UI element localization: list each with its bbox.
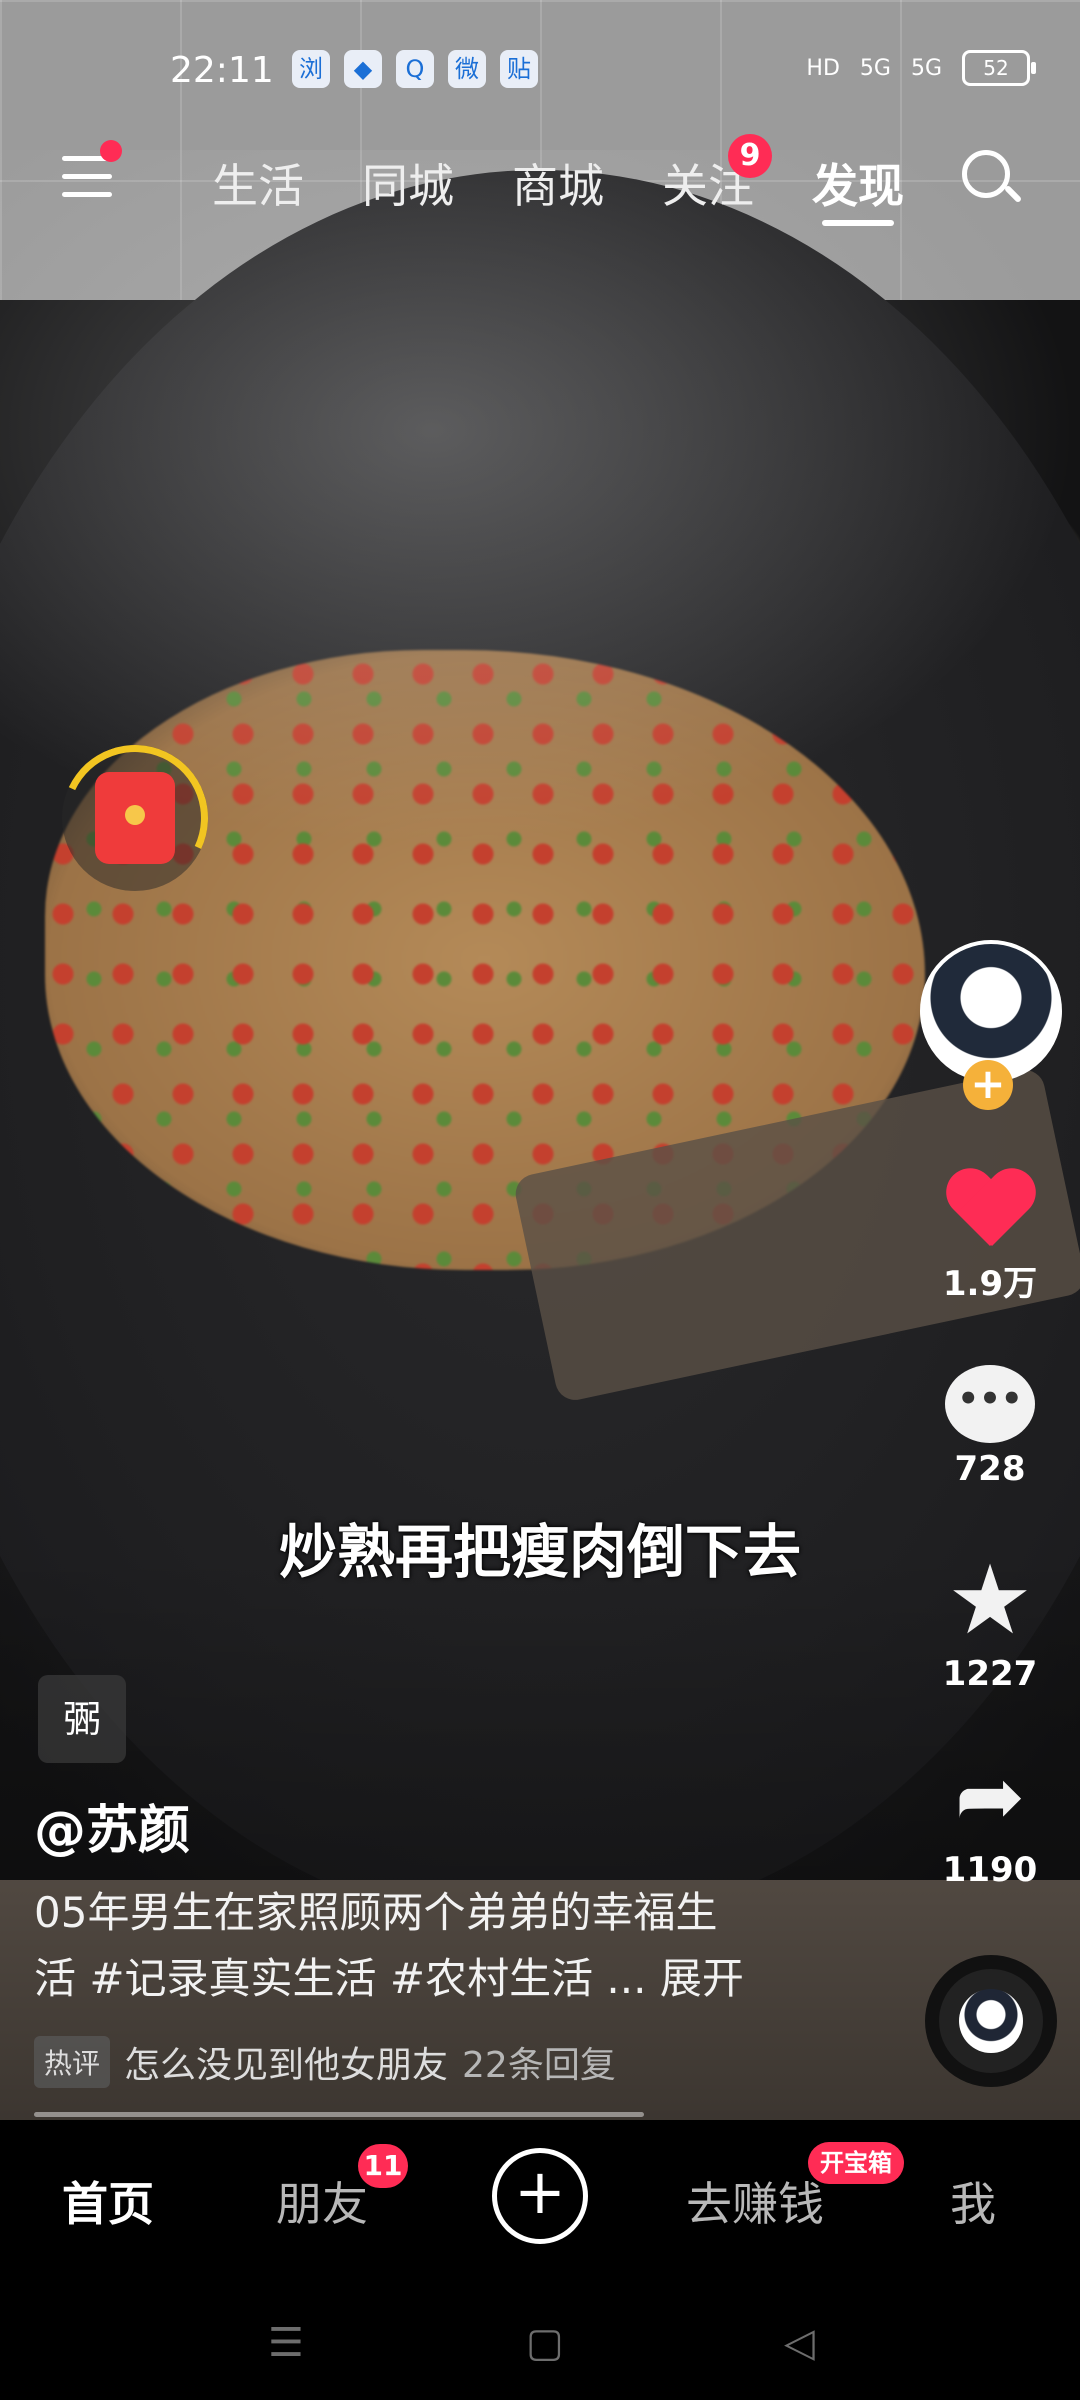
comment-button[interactable]: ••• 728 xyxy=(910,1365,1070,1489)
battery-icon: 52 xyxy=(962,50,1036,86)
author-name[interactable]: @苏颜 xyxy=(34,1788,190,1863)
red-envelope-icon xyxy=(95,772,175,864)
menu-icon[interactable] xyxy=(62,154,112,200)
music-disc[interactable] xyxy=(925,1955,1057,2087)
tieba-icon: 贴 xyxy=(500,50,538,88)
favorite-button[interactable]: ★ 1227 xyxy=(910,1552,1070,1694)
top-navigation: 生活 同城 商城 关注 9 发现 xyxy=(0,134,1080,250)
tab-mall[interactable]: 商城 xyxy=(512,150,604,216)
like-button[interactable]: 1.9万 xyxy=(910,1170,1070,1305)
like-count: 1.9万 xyxy=(942,1264,1038,1304)
status-time: 22:11 xyxy=(170,50,274,91)
active-tab-indicator xyxy=(822,220,894,226)
system-navigation: ☰ ▢ ◁ xyxy=(0,2280,1080,2400)
star-icon: ★ xyxy=(946,1544,1034,1656)
back-icon[interactable]: ◁ xyxy=(784,2320,815,2366)
content-tag[interactable]: 弻 xyxy=(38,1675,126,1763)
treasure-box-badge: 开宝箱 xyxy=(808,2142,904,2184)
bottom-navigation: 首页 朋友 11 + 去赚钱 开宝箱 我 xyxy=(0,2120,1080,2280)
signal-5g-icon: 5G xyxy=(859,55,891,81)
description-line-1: 05年男生在家照顾两个弟弟的幸福生 xyxy=(34,1888,718,1937)
hot-comment-label: 热评 xyxy=(34,2036,111,2088)
status-bar: 22:11 浏 ◆ Q 微 贴 HD 5G 5G 52 xyxy=(0,40,1080,100)
steam xyxy=(0,150,1080,850)
menu-notification-dot xyxy=(100,140,122,162)
hot-comment-replies: 22条回复 xyxy=(462,2045,616,2086)
video-progress-bar[interactable] xyxy=(34,2112,644,2117)
share-count: 1190 xyxy=(942,1850,1038,1890)
hd-icon: HD xyxy=(806,55,840,81)
tab-life[interactable]: 生活 xyxy=(212,150,304,216)
nav-friends[interactable]: 朋友 xyxy=(276,2168,368,2234)
tab-discover[interactable]: 发现 xyxy=(812,150,904,216)
video-description[interactable]: 05年男生在家照顾两个弟弟的幸福生 活 #记录真实生活 #农村生活 ... 展开 xyxy=(34,1880,794,2012)
hot-comment[interactable]: 热评 怎么没见到他女朋友 22条回复 xyxy=(34,2036,616,2088)
browser-app-icon: 浏 xyxy=(292,50,330,88)
hot-comment-text: 怎么没见到他女朋友 xyxy=(124,2045,449,2086)
heart-icon xyxy=(944,1170,1036,1250)
recent-apps-icon[interactable]: ☰ xyxy=(268,2320,304,2366)
follow-plus-button[interactable]: + xyxy=(963,1060,1013,1110)
following-badge: 9 xyxy=(728,134,772,178)
favorite-count: 1227 xyxy=(942,1654,1038,1694)
share-button[interactable]: ➦ 1190 xyxy=(910,1748,1070,1890)
nav-me[interactable]: 我 xyxy=(950,2168,996,2234)
search-icon[interactable] xyxy=(962,150,1010,198)
app-icon: ◆ xyxy=(344,50,382,88)
description-line-2: 活 #记录真实生活 #农村生活 ... 展开 xyxy=(34,1954,744,2003)
notification-icons: 浏 ◆ Q 微 贴 xyxy=(292,50,538,88)
signal-area: HD 5G 5G 52 xyxy=(806,50,1036,86)
tab-local[interactable]: 同城 xyxy=(362,150,454,216)
red-packet-button[interactable] xyxy=(41,724,229,912)
comment-icon: ••• xyxy=(945,1365,1035,1443)
qq-icon: Q xyxy=(396,50,434,88)
nav-home[interactable]: 首页 xyxy=(62,2168,154,2234)
comment-count: 728 xyxy=(954,1449,1026,1489)
friends-badge: 11 xyxy=(358,2144,408,2188)
signal-5g-icon-2: 5G xyxy=(910,55,942,81)
home-icon[interactable]: ▢ xyxy=(526,2320,564,2366)
create-button[interactable]: + xyxy=(492,2148,588,2244)
share-arrow-icon: ➦ xyxy=(954,1747,1026,1845)
wechat-icon: 微 xyxy=(448,50,486,88)
nav-earn[interactable]: 去赚钱 xyxy=(686,2168,824,2234)
